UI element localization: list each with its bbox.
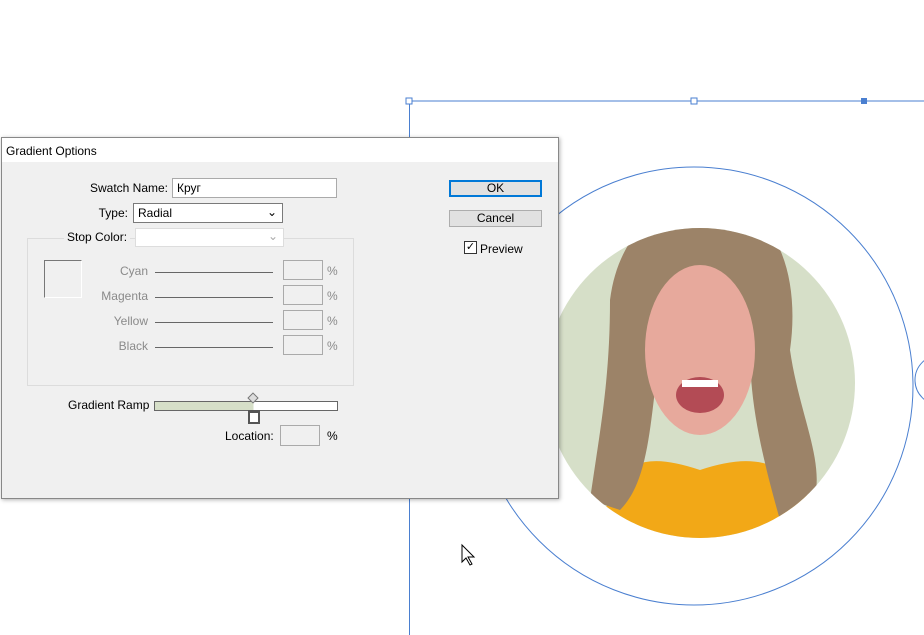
channel-input [283,260,323,280]
percent-sign: % [327,429,338,443]
gradient-options-dialog: Gradient Options Swatch Name: Круг Type:… [1,137,559,499]
channel-slider [155,347,273,348]
frame-handle[interactable] [405,97,413,105]
location-label: Location: [225,429,274,443]
preview-label: Preview [480,242,523,256]
type-value: Radial [138,206,173,220]
channel-slider [155,272,273,273]
channel-input [283,335,323,355]
circle-path [914,360,924,400]
color-stop-icon[interactable] [248,410,260,424]
photo-portrait [545,228,855,538]
channel-slider [155,297,273,298]
chevron-down-icon: ⌄ [266,205,277,219]
type-select[interactable]: Radial ⌄ [133,203,283,223]
stop-color-label: Stop Color: [64,230,131,244]
cursor-icon [461,543,476,566]
channel-label: Magenta [101,289,148,303]
channel-label: Yellow [113,314,148,328]
chevron-down-icon: ⌄ [267,229,278,243]
gradient-ramp[interactable] [154,401,338,411]
swatch-name-label: Swatch Name: [89,181,168,195]
percent-sign: % [327,314,338,328]
swatch-name-input[interactable]: Круг [172,178,337,198]
ok-button[interactable]: OK [449,180,542,197]
type-label: Type: [98,206,128,220]
dialog-title: Gradient Options [6,144,97,158]
gradient-ramp-label: Gradient Ramp [68,398,150,412]
dialog-titlebar[interactable]: Gradient Options [2,138,558,162]
color-swatch-preview [44,260,82,298]
channel-input [283,285,323,305]
frame-handle[interactable] [861,98,867,104]
frame-handle[interactable] [690,97,698,105]
channel-slider [155,322,273,323]
channel-label: Cyan [119,264,148,278]
percent-sign: % [327,289,338,303]
location-input[interactable] [280,425,320,446]
percent-sign: % [327,339,338,353]
stop-color-select: ⌄ [135,228,284,247]
channel-label: Black [118,339,148,353]
cancel-button[interactable]: Cancel [449,210,542,227]
percent-sign: % [327,264,338,278]
preview-checkbox[interactable]: ✓ [464,241,477,254]
channel-input [283,310,323,330]
